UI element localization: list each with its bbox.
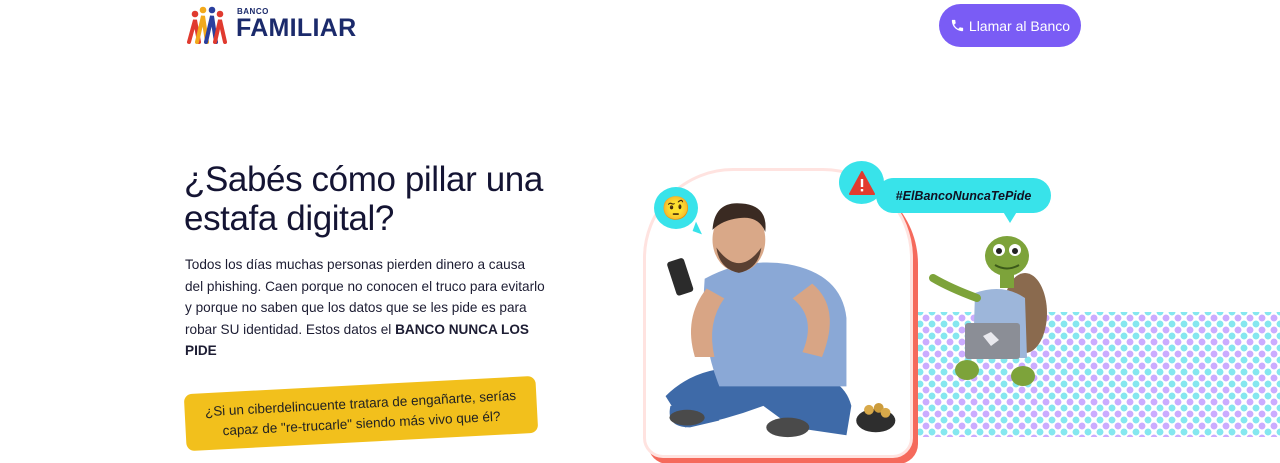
- logo-people-icon: [187, 6, 227, 44]
- hero-description: Todos los días muchas personas pierden d…: [185, 254, 545, 362]
- hashtag-text: #ElBancoNuncaTePide: [895, 188, 1032, 203]
- call-bank-label: Llamar al Banco: [968, 17, 1071, 34]
- call-bank-button[interactable]: Llamar al Banco: [939, 4, 1081, 47]
- challenge-callout: ¿Si un ciberdelincuente tratara de engañ…: [183, 375, 539, 452]
- hashtag-bubble: #ElBancoNuncaTePide: [876, 178, 1051, 213]
- logo-brand-text: FAMILIAR: [236, 13, 357, 42]
- bank-logo[interactable]: BANCO FAMILIAR: [186, 4, 356, 44]
- turtle-mascot-with-laptop: [929, 236, 1047, 386]
- hashtag-bubble-tail: [1002, 210, 1018, 223]
- phone-icon: [951, 19, 964, 32]
- raised-eyebrow-emoji-icon: 🤨: [654, 187, 698, 229]
- challenge-callout-text: ¿Si un ciberdelincuente tratara de engañ…: [204, 387, 517, 438]
- hero-title: ¿Sabés cómo pillar una estafa digital?: [184, 160, 543, 239]
